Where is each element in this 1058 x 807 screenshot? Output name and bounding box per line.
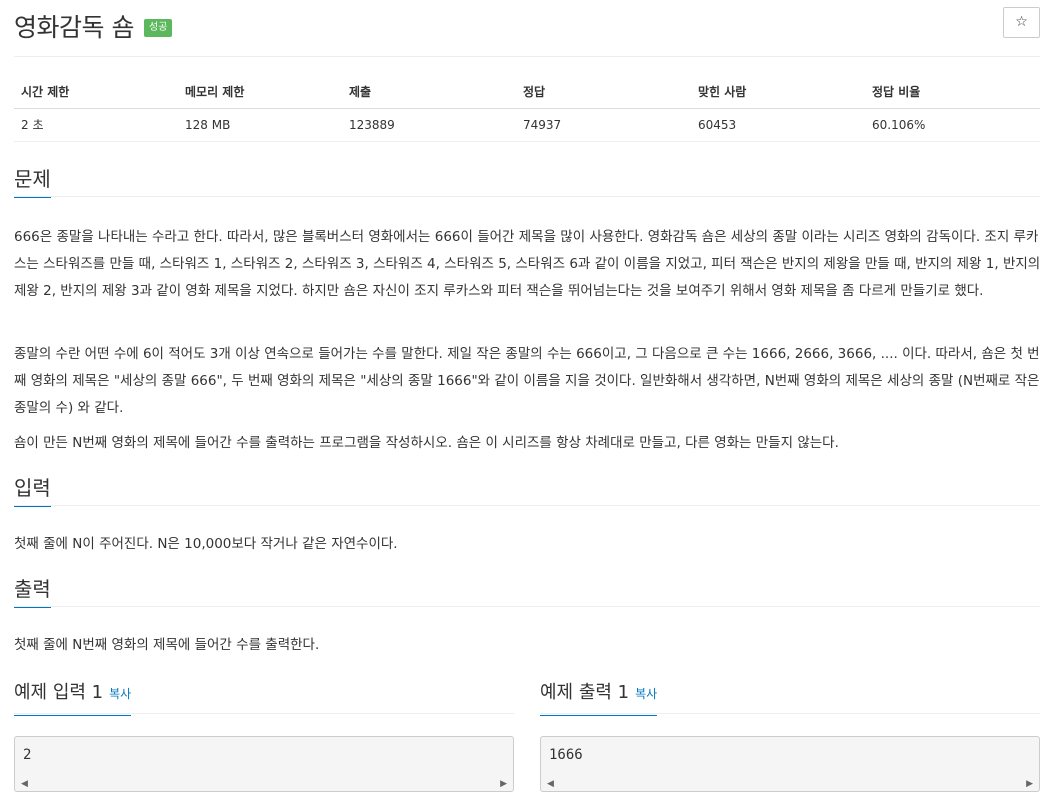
table-header-row: 시간 제한 메모리 제한 제출 정답 맞힌 사람 정답 비율 (14, 76, 1040, 109)
copy-button[interactable]: 복사 (635, 687, 657, 701)
problem-paragraph: 종말의 수란 어떤 수에 6이 적어도 3개 이상 연속으로 들어가는 수를 말… (14, 346, 1040, 416)
sample-input-box[interactable]: 2 ◀ ▶ (14, 736, 514, 792)
table-cell: 128 MB (178, 108, 342, 142)
sample-output-block: 예제 출력 1 복사 1666 ◀ ▶ (540, 680, 1040, 792)
table-cell: 60453 (691, 108, 865, 142)
sample-output-label: 예제 출력 1 (540, 682, 630, 703)
table-cell: 60.106% (865, 108, 1040, 142)
problem-paragraph: 숌이 만든 N번째 영화의 제목에 들어간 수를 출력하는 프로그램을 작성하시… (14, 435, 839, 451)
section-title: 문제 (14, 167, 51, 198)
sample-input-label: 예제 입력 1 (14, 682, 104, 703)
table-cell: 74937 (516, 108, 691, 142)
table-cell: 2 초 (14, 108, 178, 142)
section-title: 출력 (14, 577, 51, 608)
output-description: 첫째 줄에 N번째 영화의 제목에 들어간 수를 출력한다. (14, 637, 320, 653)
problem-section-header: 문제 (14, 167, 1040, 198)
sample-input-title: 예제 입력 1 복사 (14, 680, 132, 716)
section-title: 입력 (14, 476, 51, 507)
table-row: 2 초 128 MB 123889 74937 60453 60.106% (14, 108, 1040, 142)
problem-paragraph: 666은 종말을 나타내는 수라고 한다. 따라서, 많은 블록버스터 영화에서… (14, 229, 1041, 299)
output-section-header: 출력 (14, 577, 1040, 608)
table-header: 메모리 제한 (178, 76, 342, 109)
table-header: 시간 제한 (14, 76, 178, 109)
sample-output-title: 예제 출력 1 복사 (540, 680, 658, 716)
table-header: 정답 비율 (865, 76, 1040, 109)
scroll-left-icon[interactable]: ◀ (21, 779, 28, 789)
table-header: 정답 (516, 76, 691, 109)
table-header: 맞힌 사람 (691, 76, 865, 109)
sample-output-value: 1666 (549, 747, 583, 763)
scroll-right-icon[interactable]: ▶ (1026, 779, 1033, 789)
sample-input-block: 예제 입력 1 복사 2 ◀ ▶ (14, 680, 514, 792)
status-badge: 성공 (144, 19, 173, 37)
copy-button[interactable]: 복사 (109, 687, 131, 701)
sample-output-box[interactable]: 1666 ◀ ▶ (540, 736, 1040, 792)
sample-input-header: 예제 입력 1 복사 (14, 680, 514, 716)
star-icon[interactable]: ☆ (1003, 7, 1040, 38)
scroll-left-icon[interactable]: ◀ (547, 779, 554, 789)
sample-input-value: 2 (23, 747, 32, 763)
sample-output-header: 예제 출력 1 복사 (540, 680, 1040, 716)
problem-info-table: 시간 제한 메모리 제한 제출 정답 맞힌 사람 정답 비율 2 초 128 M… (14, 76, 1040, 142)
input-section-header: 입력 (14, 476, 1040, 507)
problem-header: 영화감독 숌 성공 ☆ (14, 0, 1040, 57)
page-title: 영화감독 숌 (14, 13, 134, 42)
table-cell[interactable]: 123889 (342, 108, 516, 142)
scroll-right-icon[interactable]: ▶ (500, 779, 507, 789)
table-header: 제출 (342, 76, 516, 109)
input-description: 첫째 줄에 N이 주어진다. N은 10,000보다 작거나 같은 자연수이다. (14, 536, 398, 552)
